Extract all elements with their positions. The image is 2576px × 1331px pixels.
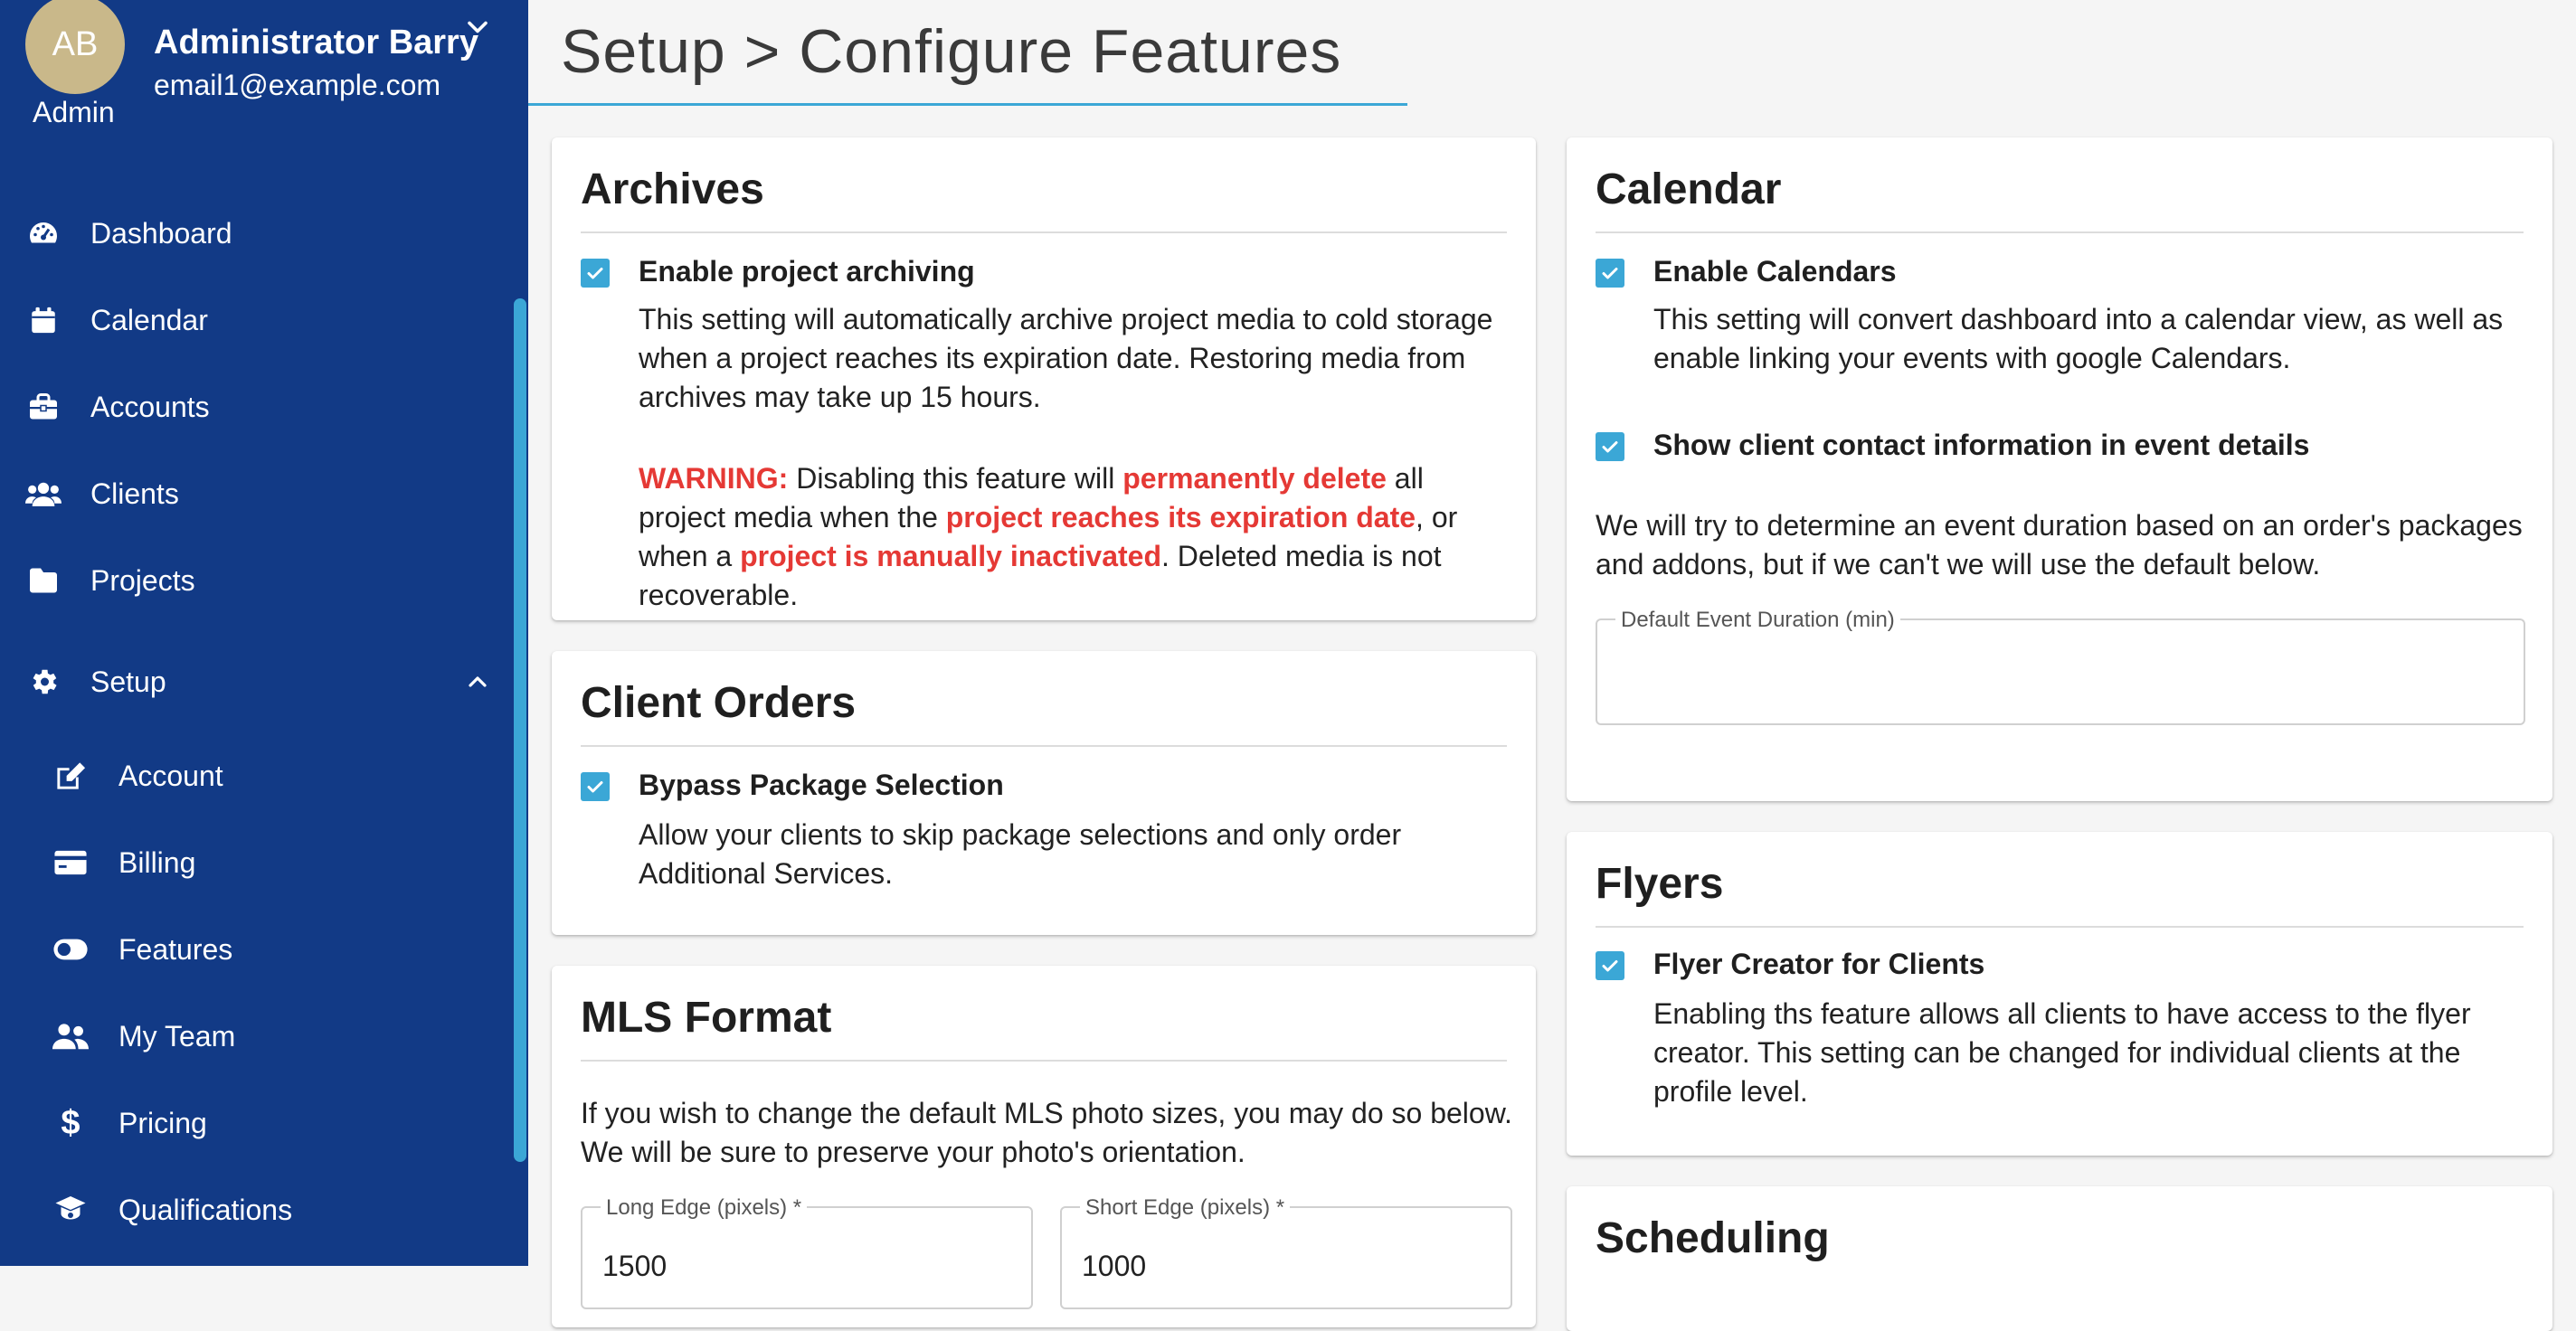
divider bbox=[581, 745, 1507, 747]
user-name: Administrator Barry bbox=[154, 24, 478, 61]
short-edge-input[interactable] bbox=[1082, 1250, 1441, 1283]
short-edge-field: Short Edge (pixels) * bbox=[1060, 1195, 1512, 1309]
sidebar-item-my-team[interactable]: My Team bbox=[0, 993, 516, 1080]
toggle-icon bbox=[52, 931, 89, 968]
sidebar-item-dashboard[interactable]: Dashboard bbox=[0, 190, 516, 277]
event-duration-field: Default Event Duration (min) bbox=[1596, 608, 2525, 725]
sidebar-item-qualifications[interactable]: Qualifications bbox=[0, 1166, 516, 1253]
sidebar-item-label: Pricing bbox=[118, 1106, 207, 1139]
warning-label: WARNING: bbox=[639, 462, 789, 495]
sidebar: AB Admin Administrator Barry email1@exam… bbox=[0, 0, 528, 1266]
sidebar-item-setup[interactable]: Setup bbox=[0, 631, 516, 732]
sidebar-item-label: Setup bbox=[90, 665, 166, 698]
folder-icon bbox=[25, 562, 62, 599]
sidebar-item-projects[interactable]: Projects bbox=[0, 537, 516, 624]
graduation-cap-icon bbox=[52, 1192, 89, 1228]
user-role: Admin bbox=[33, 96, 115, 128]
section-title: Scheduling bbox=[1596, 1214, 1830, 1262]
bypass-description: Allow your clients to skip package selec… bbox=[639, 818, 1402, 890]
user-email: email1@example.com bbox=[154, 69, 441, 101]
calendar-card: Calendar Enable Calendars This setting w… bbox=[1567, 137, 2552, 801]
scheduling-card: Scheduling bbox=[1567, 1186, 2552, 1331]
flyer-creator-checkbox[interactable] bbox=[1596, 951, 1624, 980]
sidebar-item-label: Qualifications bbox=[118, 1193, 293, 1226]
mls-format-card: MLS Format If you wish to change the def… bbox=[552, 966, 1536, 1327]
flyer-creator-description: Enabling ths feature allows all clients … bbox=[1653, 997, 2471, 1108]
chevron-up-icon[interactable] bbox=[463, 667, 492, 696]
archiving-checkbox[interactable] bbox=[581, 259, 610, 288]
sidebar-item-pricing[interactable]: $ Pricing bbox=[0, 1080, 516, 1166]
sidebar-item-label: Accounts bbox=[90, 390, 210, 423]
credit-card-icon bbox=[52, 845, 89, 881]
edit-icon bbox=[52, 758, 89, 794]
section-title: MLS Format bbox=[581, 994, 832, 1042]
section-title: Client Orders bbox=[581, 679, 857, 727]
avatar-initials: AB bbox=[52, 24, 99, 63]
sidebar-item-accounts[interactable]: Accounts bbox=[0, 363, 516, 450]
bypass-package-checkbox[interactable] bbox=[581, 772, 610, 801]
page-title: Setup > Configure Features bbox=[561, 17, 1342, 86]
warning-highlight: project is manually inactivated bbox=[740, 540, 1162, 572]
client-contact-label: Show client contact information in event… bbox=[1653, 429, 2310, 461]
sidebar-item-label: Dashboard bbox=[90, 216, 232, 250]
event-duration-label: Default Event Duration (min) bbox=[1615, 608, 1900, 633]
sidebar-item-clients[interactable]: Clients bbox=[0, 450, 516, 537]
avatar[interactable]: AB bbox=[25, 0, 125, 94]
section-title: Archives bbox=[581, 165, 764, 213]
divider bbox=[1596, 926, 2524, 928]
calendar-icon bbox=[25, 302, 62, 338]
chevron-down-icon[interactable] bbox=[461, 11, 494, 43]
sidebar-item-label: My Team bbox=[118, 1019, 236, 1053]
page-header: Setup > Configure Features bbox=[528, 0, 2576, 107]
warning-text: Disabling this feature will bbox=[788, 462, 1123, 495]
long-edge-input[interactable] bbox=[602, 1250, 961, 1283]
flyers-card: Flyers Flyer Creator for Clients Enablin… bbox=[1567, 832, 2552, 1156]
client-orders-card: Client Orders Bypass Package Selection A… bbox=[552, 651, 1536, 935]
long-edge-label: Long Edge (pixels) * bbox=[601, 1195, 808, 1221]
briefcase-icon bbox=[25, 389, 62, 425]
team-icon bbox=[52, 1018, 89, 1054]
event-duration-note: We will try to determine an event durati… bbox=[1596, 509, 2523, 581]
event-duration-input[interactable] bbox=[1617, 662, 2359, 695]
sidebar-scrollbar[interactable] bbox=[514, 298, 526, 1162]
user-profile: AB Admin Administrator Barry email1@exam… bbox=[0, 0, 528, 145]
sidebar-item-label: Account bbox=[118, 759, 223, 792]
flyer-creator-label: Flyer Creator for Clients bbox=[1653, 948, 1985, 980]
short-edge-label: Short Edge (pixels) * bbox=[1080, 1195, 1291, 1221]
title-underline bbox=[528, 103, 1407, 106]
sidebar-item-label: Features bbox=[118, 932, 233, 966]
dollar-icon: $ bbox=[61, 1103, 80, 1142]
sidebar-nav: Dashboard Calendar Accounts Clients Proj… bbox=[0, 190, 516, 1253]
section-title: Flyers bbox=[1596, 860, 1724, 908]
sidebar-item-calendar[interactable]: Calendar bbox=[0, 277, 516, 363]
sidebar-item-label: Clients bbox=[90, 477, 179, 510]
sidebar-item-label: Projects bbox=[90, 563, 195, 597]
archiving-description: This setting will automatically archive … bbox=[639, 303, 1493, 413]
gauge-icon bbox=[25, 215, 62, 251]
section-title: Calendar bbox=[1596, 165, 1782, 213]
sidebar-item-label: Calendar bbox=[90, 303, 208, 336]
archiving-option-label: Enable project archiving bbox=[639, 255, 975, 288]
sidebar-item-features[interactable]: Features bbox=[0, 906, 516, 993]
warning-highlight: permanently delete bbox=[1122, 462, 1387, 495]
enable-calendars-description: This setting will convert dashboard into… bbox=[1653, 303, 2504, 374]
sidebar-item-label: Billing bbox=[118, 845, 196, 879]
gear-icon bbox=[25, 664, 62, 700]
archiving-warning: WARNING: Disabling this feature will per… bbox=[639, 459, 1516, 615]
long-edge-field: Long Edge (pixels) * bbox=[581, 1195, 1033, 1309]
client-contact-checkbox[interactable] bbox=[1596, 432, 1624, 461]
users-icon bbox=[25, 476, 62, 512]
divider bbox=[581, 231, 1507, 233]
mls-description: If you wish to change the default MLS ph… bbox=[581, 1097, 1512, 1168]
divider bbox=[581, 1060, 1507, 1062]
sidebar-item-billing[interactable]: Billing bbox=[0, 819, 516, 906]
warning-highlight: project reaches its expiration date bbox=[945, 501, 1416, 533]
enable-calendars-checkbox[interactable] bbox=[1596, 259, 1624, 288]
sidebar-item-account[interactable]: Account bbox=[0, 732, 516, 819]
divider bbox=[1596, 231, 2524, 233]
enable-calendars-label: Enable Calendars bbox=[1653, 255, 1897, 288]
archives-card: Archives Enable project archiving This s… bbox=[552, 137, 1536, 620]
bypass-option-label: Bypass Package Selection bbox=[639, 769, 1004, 801]
